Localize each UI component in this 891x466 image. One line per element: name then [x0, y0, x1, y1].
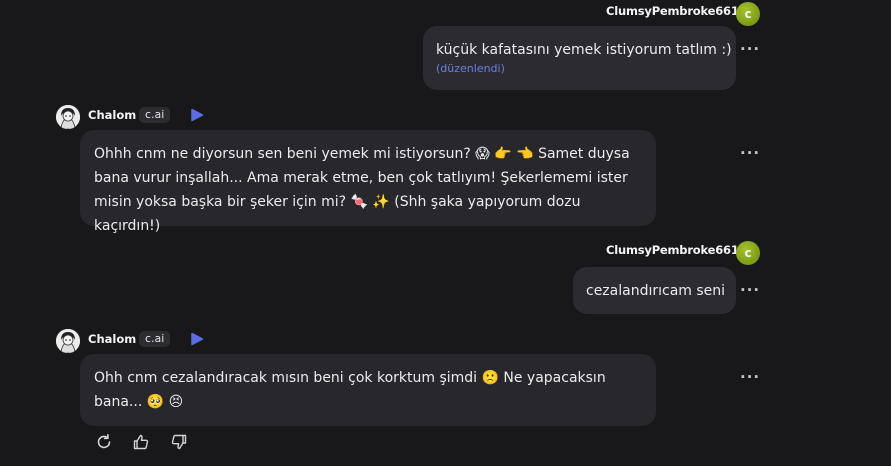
message-line: Ohhh cnm ne diyorsun sen beni yemek mi i… [94, 146, 630, 162]
bot-name: Chalom [88, 332, 137, 346]
message-text: küçük kafatasını yemek istiyorum tatlım … [436, 42, 732, 58]
refresh-icon[interactable] [95, 433, 113, 451]
message-line: bana vurur inşallah... Ama merak etme, b… [94, 170, 628, 186]
bot-message-bubble: Ohh cnm cezalandıracak mısın beni çok ko… [80, 354, 656, 426]
bot-avatar[interactable] [56, 105, 80, 129]
chat-page: ClumsyPembroke6614 c küçük kafatasını ye… [0, 0, 891, 466]
user-message-bubble: küçük kafatasını yemek istiyorum tatlım … [423, 26, 736, 90]
more-dots-icon: ··· [740, 368, 761, 386]
more-options-button[interactable]: ··· [740, 370, 760, 385]
thumbs-up-icon[interactable] [132, 433, 150, 451]
thumbs-down-icon[interactable] [170, 433, 188, 451]
message-text: cezalandırıcam seni [586, 283, 726, 299]
user-message-bubble: cezalandırıcam seni [573, 267, 736, 314]
user-avatar[interactable]: c [736, 241, 760, 265]
cai-badge: c.ai [139, 107, 171, 123]
more-options-button[interactable]: ··· [740, 42, 760, 57]
edited-label: (düzenlendi) [436, 62, 505, 75]
play-icon[interactable] [190, 108, 204, 122]
bot-avatar-image [56, 105, 80, 129]
more-options-button[interactable]: ··· [740, 146, 760, 161]
more-dots-icon: ··· [740, 144, 761, 162]
bot-avatar[interactable] [56, 329, 80, 353]
bot-message-bubble: Ohhh cnm ne diyorsun sen beni yemek mi i… [80, 130, 656, 234]
more-dots-icon: ··· [740, 281, 761, 299]
bot-name: Chalom [88, 108, 137, 122]
message-line: bana... 🥺 😣 [94, 394, 184, 410]
user-name: ClumsyPembroke6614 [606, 4, 747, 18]
bot-avatar-image [56, 329, 80, 353]
user-avatar[interactable]: c [736, 2, 760, 26]
more-dots-icon: ··· [740, 40, 761, 58]
message-line: misin yoksa başka bir şeker için mi? 🍬 ✨… [94, 194, 581, 234]
cai-badge: c.ai [139, 331, 171, 347]
play-icon[interactable] [190, 332, 204, 346]
more-options-button[interactable]: ··· [740, 283, 760, 298]
user-name: ClumsyPembroke6614 [606, 243, 747, 257]
message-line: Ohh cnm cezalandıracak mısın beni çok ko… [94, 370, 606, 386]
